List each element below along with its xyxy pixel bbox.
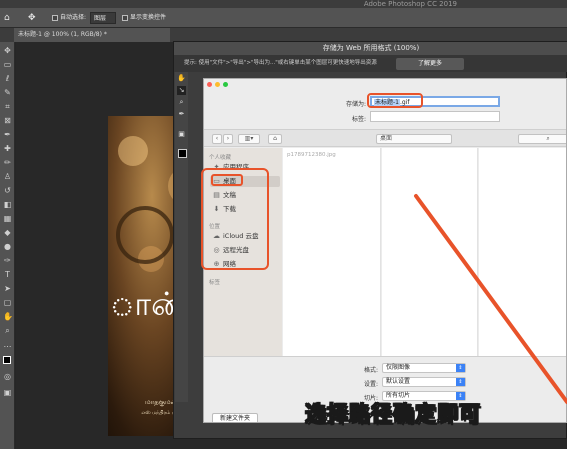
annotation-arrow <box>414 194 567 404</box>
tutorial-caption: 选择路径确定即可 <box>305 402 481 427</box>
desktop-highlight <box>211 174 243 186</box>
filename-highlight <box>367 93 423 108</box>
